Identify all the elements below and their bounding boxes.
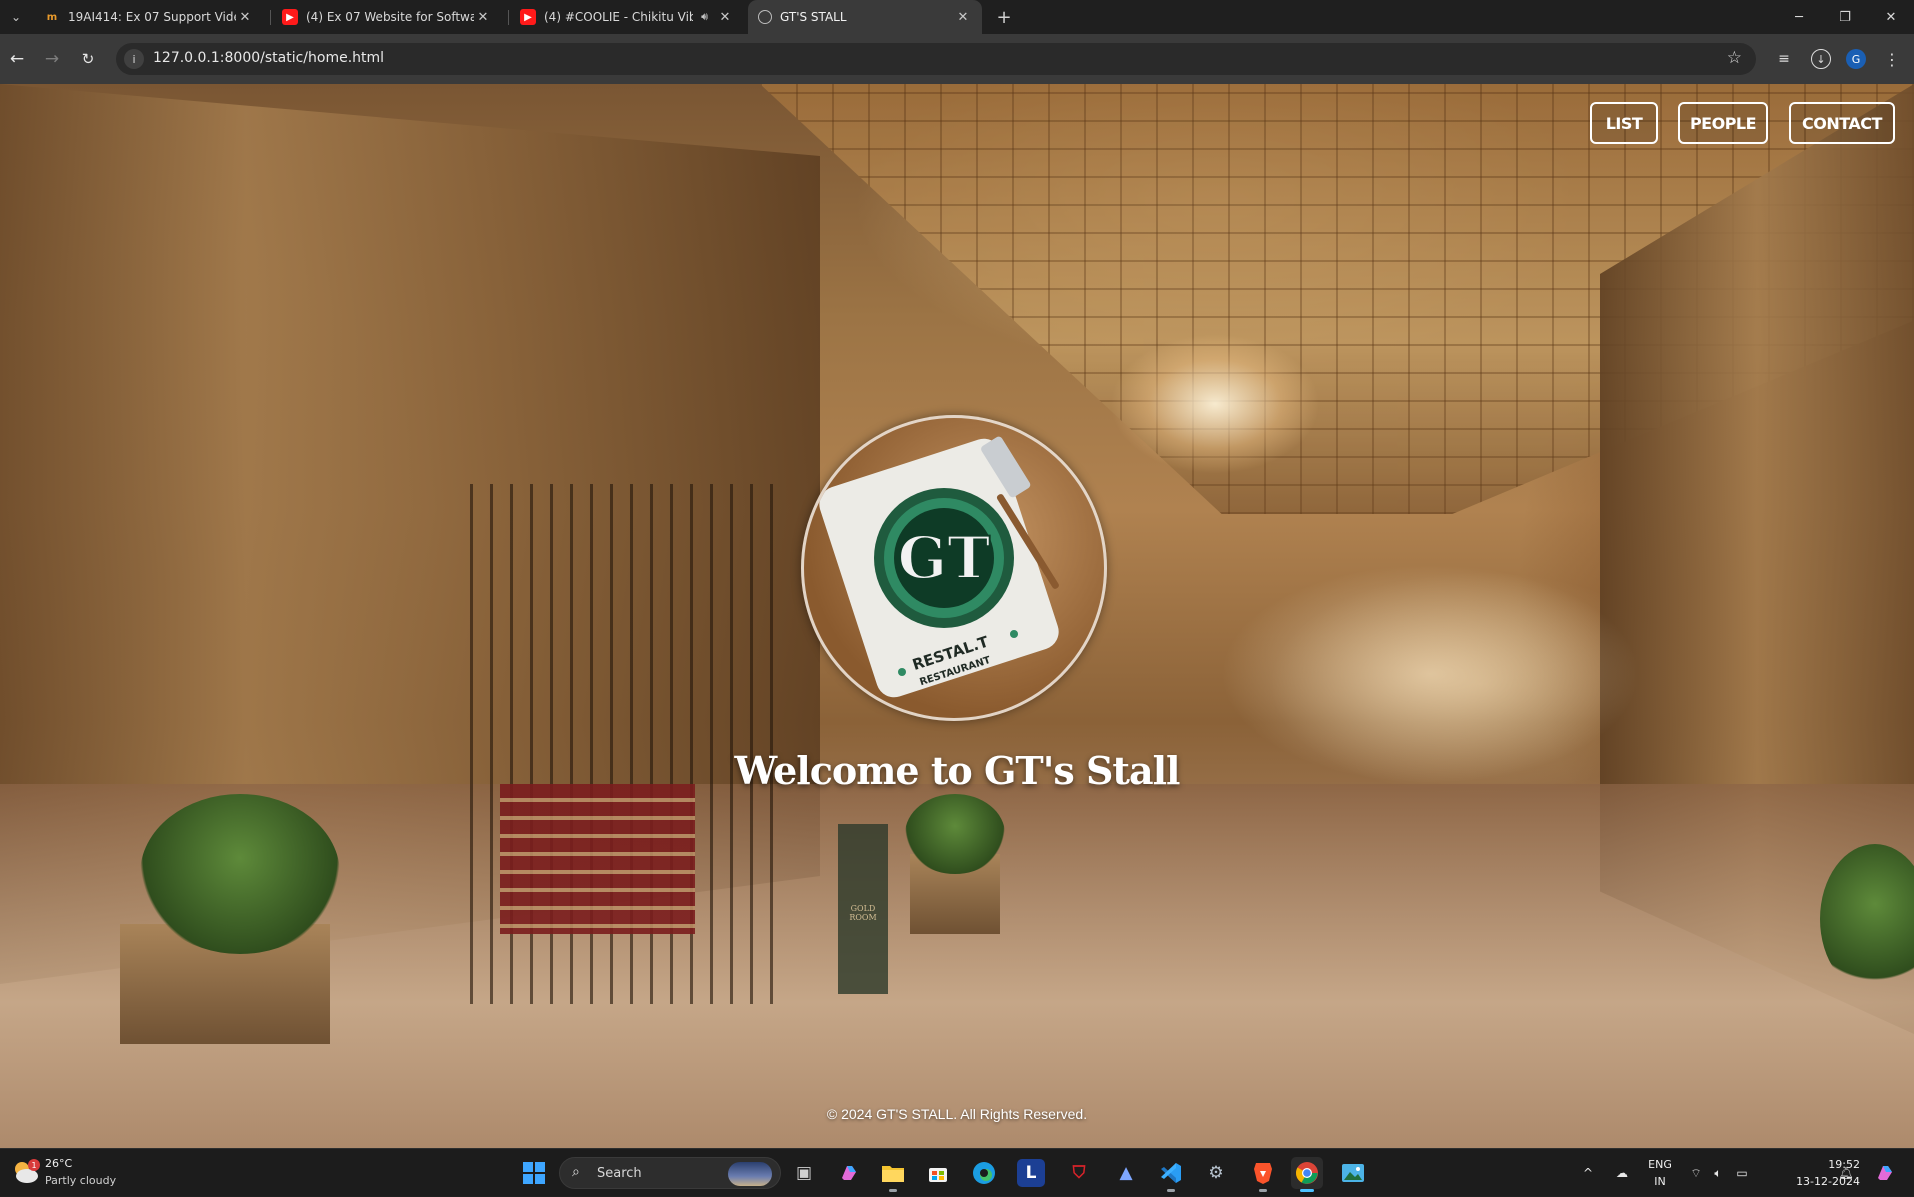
close-window-icon[interactable]: ✕ [1868, 0, 1914, 34]
show-hidden-icons-chevron-icon[interactable]: ^ [1578, 1149, 1598, 1197]
file-explorer-icon[interactable] [877, 1157, 909, 1192]
logo-graphic: GT RESTAL.T RESTAURANT [819, 436, 1059, 698]
tab-strip: ⌄ m 19AI414: Ex 07 Support Video | ✕ ▶ (… [0, 0, 1914, 34]
browser-toolbar: ← → ↻ i 127.0.0.1:8000/static/home.html … [0, 34, 1914, 84]
tab-search-chevron-icon[interactable]: ⌄ [4, 5, 28, 29]
arc-icon[interactable]: ▲ [1110, 1157, 1142, 1189]
gold-room-door: GOLD ROOM [838, 824, 888, 994]
welcome-heading: Welcome to GT's Stall [734, 748, 1181, 793]
audio-playing-icon[interactable]: 🔊︎ [701, 10, 708, 24]
photos-icon[interactable] [1337, 1157, 1369, 1189]
copilot-tray-icon[interactable] [1870, 1149, 1900, 1197]
close-tab-icon[interactable]: ✕ [716, 10, 734, 25]
onedrive-icon[interactable]: ☁ [1610, 1149, 1634, 1197]
plant [140, 794, 340, 954]
mcafee-icon[interactable]: ⛉ [1063, 1157, 1095, 1189]
globe-icon [758, 10, 772, 24]
taskbar-search[interactable]: ⌕ Search [559, 1157, 781, 1189]
language-indicator[interactable]: ENG [1645, 1158, 1675, 1171]
chrome-icon[interactable] [1291, 1157, 1323, 1192]
partly-cloudy-icon: 1 [15, 1159, 40, 1183]
battery-icon[interactable]: ▭ [1731, 1149, 1753, 1197]
tab-title: 19AI414: Ex 07 Support Video | [68, 10, 236, 24]
weather-temp[interactable]: 26°C [45, 1157, 72, 1170]
youtube-icon: ▶ [520, 9, 536, 25]
wifi-icon[interactable]: ⌔ [1686, 1149, 1706, 1197]
store-icon[interactable] [922, 1157, 954, 1189]
windows-logo-icon [523, 1162, 545, 1184]
nav-list-button[interactable]: LIST [1590, 102, 1658, 144]
windows-taskbar: 1 26°C Partly cloudy ⌕ Search ▣ L ⛉ ▲ ⚙ [0, 1148, 1914, 1196]
restore-icon[interactable]: ❐ [1822, 0, 1868, 34]
reload-icon[interactable]: ↻ [75, 46, 101, 72]
chrome-glyph [1296, 1162, 1318, 1184]
logo-brand: GT [898, 524, 991, 592]
nav-people-button[interactable]: PEOPLE [1678, 102, 1768, 144]
vscode-glyph [1161, 1163, 1181, 1183]
edge-glyph [973, 1162, 995, 1184]
footer-copyright: © 2024 GT'S STALL. All Rights Reserved. [826, 1106, 1088, 1122]
tab-title: GT'S STALL [780, 10, 847, 24]
nav-contact-button[interactable]: CONTACT [1789, 102, 1895, 144]
folder-glyph [882, 1166, 904, 1182]
forward-arrow-icon[interactable]: → [39, 46, 65, 72]
weather-badge: 1 [31, 1161, 36, 1170]
store-glyph [929, 1168, 947, 1182]
tab-ex07-website[interactable]: ▶ (4) Ex 07 Website for Software C ✕ [272, 0, 502, 34]
edge-icon[interactable] [968, 1157, 1000, 1189]
address-bar[interactable]: i 127.0.0.1:8000/static/home.html ☆ [116, 43, 1756, 75]
plant [905, 794, 1005, 874]
menu-kebab-icon[interactable]: ⋮ [1880, 47, 1904, 71]
close-tab-icon[interactable]: ✕ [474, 10, 492, 25]
notification-bell-icon[interactable]: 🔔︎ [1836, 1149, 1856, 1197]
l-app-icon[interactable]: L [1017, 1159, 1045, 1187]
settings-icon[interactable]: ⚙ [1200, 1157, 1232, 1189]
restaurant-logo: GT RESTAL.T RESTAURANT [801, 415, 1107, 721]
gold-room-sign: GOLD ROOM [849, 904, 877, 922]
task-view-icon[interactable]: ▣ [788, 1157, 820, 1189]
close-tab-icon[interactable]: ✕ [236, 10, 254, 25]
youtube-icon: ▶ [282, 9, 298, 25]
photos-glyph [1342, 1164, 1364, 1182]
copilot-glyph [842, 1166, 856, 1180]
search-highlight-art [728, 1162, 772, 1186]
red-stairs [500, 784, 695, 934]
tab-separator [508, 10, 509, 25]
tab-separator [270, 10, 271, 25]
tab-coolie[interactable]: ▶ (4) #COOLIE - Chikitu Vibe | 🔊︎ ✕ [510, 0, 744, 34]
weather-widget[interactable]: 1 [12, 1159, 40, 1185]
weather-desc[interactable]: Partly cloudy [45, 1174, 116, 1187]
copilot-tray-glyph [1878, 1166, 1892, 1180]
tab-gts-stall[interactable]: GT'S STALL ✕ [748, 0, 982, 34]
brave-icon[interactable] [1247, 1157, 1279, 1192]
start-icon[interactable] [518, 1157, 550, 1189]
back-arrow-icon[interactable]: ← [4, 46, 30, 72]
address-url[interactable]: 127.0.0.1:8000/static/home.html [153, 50, 384, 66]
search-icon: ⌕ [572, 1164, 580, 1180]
volume-icon[interactable]: 🔈︎ [1708, 1149, 1728, 1197]
chandelier [1110, 334, 1320, 474]
download-icon[interactable]: ↓ [1811, 49, 1831, 69]
m-icon: m [46, 11, 58, 23]
site-info-icon[interactable]: i [124, 49, 144, 69]
minimize-icon[interactable]: ─ [1776, 0, 1822, 34]
brave-lion-glyph [1254, 1163, 1272, 1184]
new-tab-plus-icon[interactable]: + [992, 5, 1016, 29]
profile-avatar[interactable]: G [1846, 49, 1866, 69]
tab-title: (4) #COOLIE - Chikitu Vibe | [544, 10, 694, 24]
tab-title: (4) Ex 07 Website for Software C [306, 10, 474, 24]
vscode-icon[interactable] [1155, 1157, 1187, 1192]
tab-ex07-support[interactable]: m 19AI414: Ex 07 Support Video | ✕ [34, 0, 264, 34]
region-indicator[interactable]: IN [1645, 1175, 1675, 1188]
media-controls-icon[interactable]: ≡ [1772, 47, 1796, 71]
close-tab-icon[interactable]: ✕ [954, 10, 972, 25]
copilot-icon[interactable] [833, 1157, 865, 1189]
search-placeholder: Search [597, 1166, 642, 1181]
bookmark-star-icon[interactable]: ☆ [1727, 48, 1742, 68]
